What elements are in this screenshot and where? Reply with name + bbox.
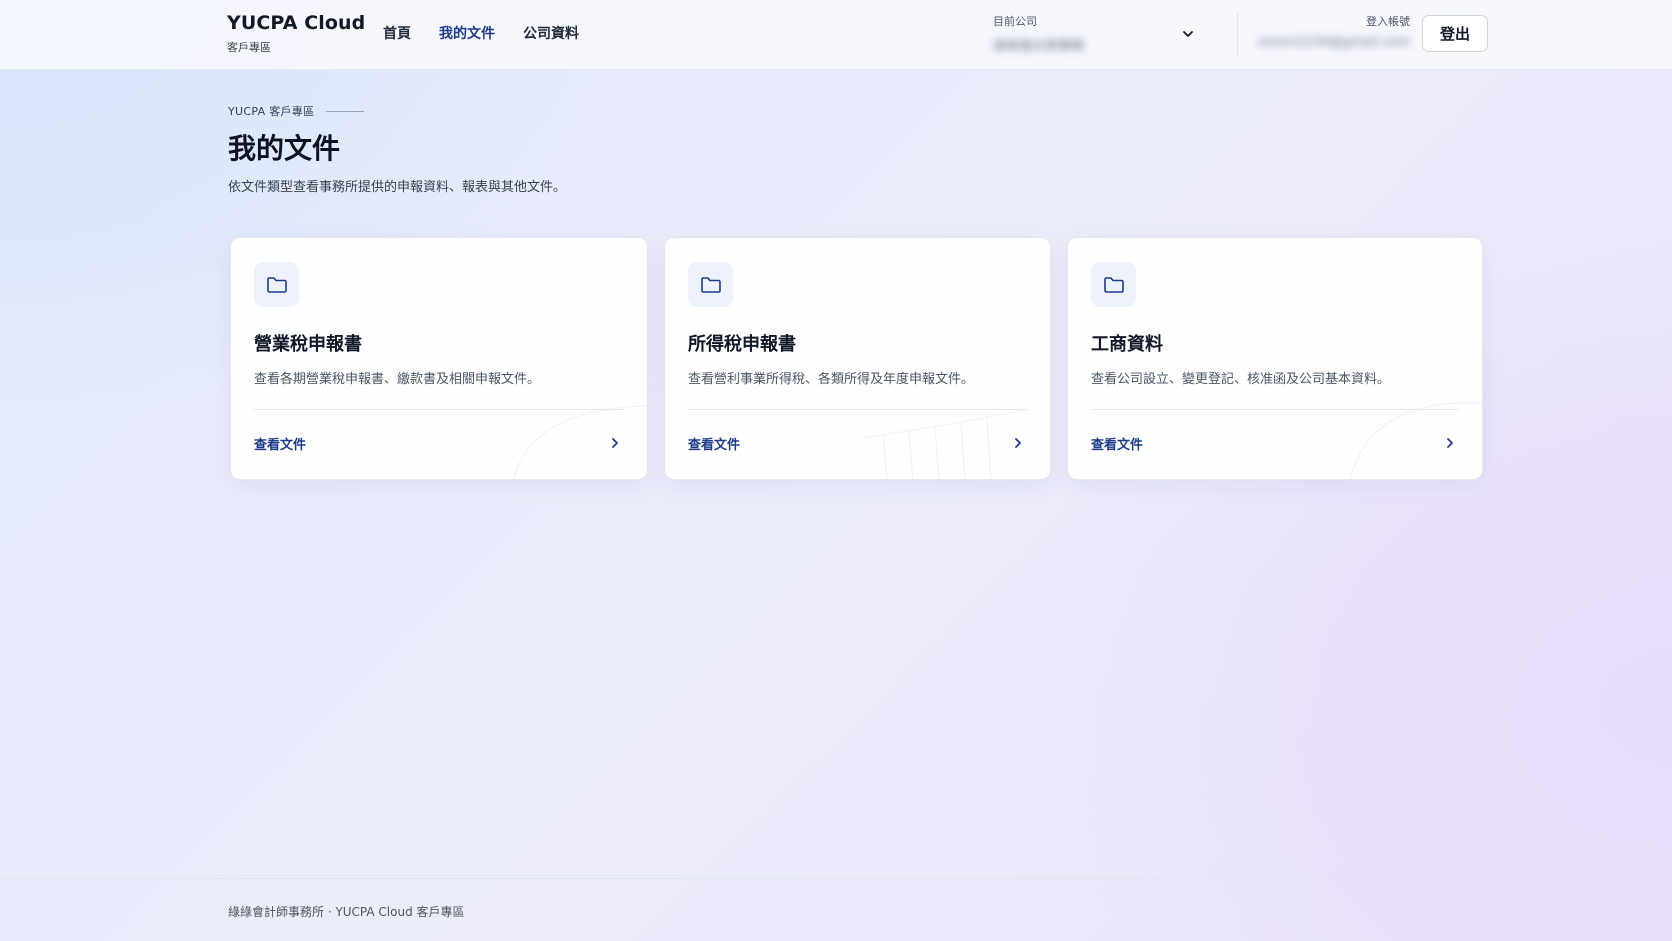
brand[interactable]: YUCPA Cloud 客戶專區 xyxy=(227,12,365,55)
card-description: 查看各期營業稅申報書、繳款書及相關申報文件。 xyxy=(254,372,541,387)
main-nav: 首頁 我的文件 公司資料 xyxy=(383,23,579,43)
logout-button[interactable]: 登出 xyxy=(1422,15,1488,52)
account-label: 登入帳號 xyxy=(1366,15,1410,28)
header-divider xyxy=(1237,12,1238,56)
card-title: 工商資料 xyxy=(1091,334,1163,355)
folder-icon xyxy=(688,262,733,307)
card-divider xyxy=(688,409,1027,410)
chevron-right-icon xyxy=(1447,438,1453,448)
card-title: 營業稅申報書 xyxy=(254,334,362,355)
footer-text: 綠綠會計師事務所 · YUCPA Cloud 客戶專區 xyxy=(228,905,465,919)
eyebrow-text: YUCPA 客戶專區 xyxy=(228,105,315,118)
card-title: 所得稅申報書 xyxy=(688,334,796,355)
account-info: 登入帳號 xxxxx1234@gmail.com xyxy=(1257,13,1410,50)
card-divider xyxy=(1091,409,1459,410)
chevron-right-icon xyxy=(1015,438,1021,448)
company-selector[interactable]: 目前公司 綠綠會計師事務 xyxy=(993,13,1203,57)
brand-title: YUCPA Cloud xyxy=(227,12,366,34)
page-title: 我的文件 xyxy=(228,132,341,165)
eyebrow: YUCPA 客戶專區 xyxy=(228,103,365,119)
card-business-registration[interactable]: 工商資料 查看公司設立、變更登記、核准函及公司基本資料。 查看文件 xyxy=(1067,237,1483,480)
eyebrow-line xyxy=(326,110,365,112)
folder-icon xyxy=(1091,262,1136,307)
card-business-tax[interactable]: 營業稅申報書 查看各期營業稅申報書、繳款書及相關申報文件。 查看文件 xyxy=(230,237,648,480)
nav-home[interactable]: 首頁 xyxy=(383,23,411,43)
folder-icon xyxy=(254,262,299,307)
page-description: 依文件類型查看事務所提供的申報資料、報表與其他文件。 xyxy=(228,180,567,195)
chevron-down-icon xyxy=(1183,31,1193,37)
card-description: 查看營利事業所得稅、各類所得及年度申報文件。 xyxy=(688,372,975,387)
footer-divider xyxy=(0,878,1672,879)
view-documents-link[interactable]: 查看文件 xyxy=(254,434,306,453)
card-divider xyxy=(254,409,624,410)
card-income-tax[interactable]: 所得稅申報書 查看營利事業所得稅、各類所得及年度申報文件。 查看文件 xyxy=(664,237,1051,480)
view-documents-link[interactable]: 查看文件 xyxy=(1091,434,1143,453)
company-selector-label: 目前公司 xyxy=(993,15,1037,28)
chevron-right-icon xyxy=(612,438,618,448)
account-email: xxxxx1234@gmail.com xyxy=(1257,35,1410,50)
company-selector-value: 綠綠會計師事務 xyxy=(993,39,1085,54)
nav-company-info[interactable]: 公司資料 xyxy=(523,23,579,43)
nav-my-documents[interactable]: 我的文件 xyxy=(439,23,495,43)
view-documents-link[interactable]: 查看文件 xyxy=(688,434,740,453)
card-description: 查看公司設立、變更登記、核准函及公司基本資料。 xyxy=(1091,372,1391,387)
top-header: YUCPA Cloud 客戶專區 首頁 我的文件 公司資料 目前公司 綠綠會計師… xyxy=(0,0,1672,70)
brand-subtitle: 客戶專區 xyxy=(227,41,271,54)
